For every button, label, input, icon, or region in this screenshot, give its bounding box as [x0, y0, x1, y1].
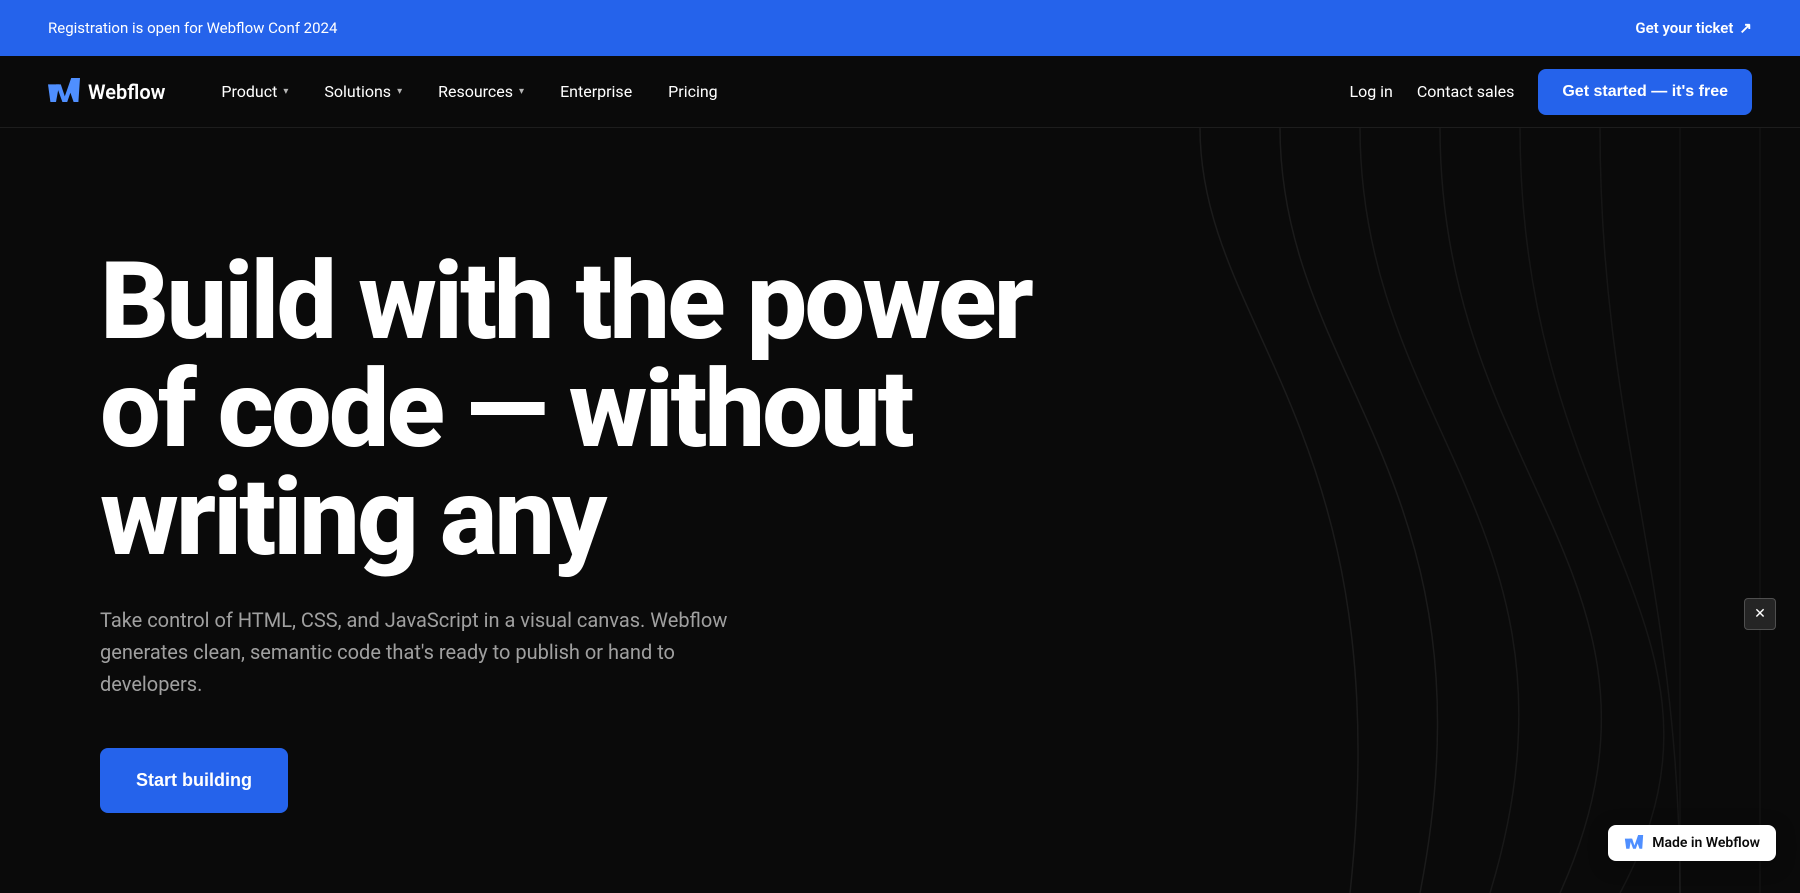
chevron-down-icon: ▾ [283, 86, 288, 97]
contact-sales-link[interactable]: Contact sales [1417, 82, 1514, 101]
made-in-webflow-badge[interactable]: Made in Webflow [1608, 825, 1776, 861]
nav-solutions-label: Solutions [324, 82, 391, 101]
hero-title-line3: writing any [100, 455, 604, 581]
made-in-webflow-label: Made in Webflow [1652, 835, 1760, 851]
start-building-button[interactable]: Start building [100, 748, 288, 813]
external-link-icon: ↗ [1739, 19, 1752, 37]
hero-content: Build with the power of code — without w… [100, 248, 1060, 813]
nav-item-product[interactable]: Product ▾ [205, 74, 304, 109]
hero-section: Build with the power of code — without w… [0, 128, 1800, 893]
close-button[interactable]: ✕ [1744, 598, 1776, 630]
get-started-button[interactable]: Get started — it's free [1538, 69, 1752, 115]
chevron-down-icon: ▾ [519, 86, 524, 97]
nav-product-label: Product [221, 82, 277, 101]
announcement-text: Registration is open for Webflow Conf 20… [48, 19, 337, 37]
nav-pricing-label: Pricing [668, 82, 718, 101]
webflow-logo-icon [48, 78, 80, 106]
announcement-link-text: Get your ticket [1635, 19, 1733, 37]
nav-item-pricing[interactable]: Pricing [652, 74, 734, 109]
logo[interactable]: Webflow [48, 78, 165, 106]
login-link[interactable]: Log in [1349, 82, 1392, 101]
nav-links: Product ▾ Solutions ▾ Resources ▾ Enterp… [205, 74, 1349, 109]
nav-item-solutions[interactable]: Solutions ▾ [308, 74, 418, 109]
nav-item-enterprise[interactable]: Enterprise [544, 74, 648, 109]
hero-background-decoration [1000, 128, 1800, 893]
navbar: Webflow Product ▾ Solutions ▾ Resources … [0, 56, 1800, 128]
nav-right: Log in Contact sales Get started — it's … [1349, 69, 1752, 115]
close-icon: ✕ [1754, 606, 1766, 622]
logo-text: Webflow [88, 80, 165, 104]
hero-title: Build with the power of code — without w… [100, 248, 1060, 572]
webflow-badge-logo [1624, 835, 1644, 851]
hero-subtitle: Take control of HTML, CSS, and JavaScrip… [100, 604, 780, 700]
chevron-down-icon: ▾ [397, 86, 402, 97]
nav-enterprise-label: Enterprise [560, 82, 632, 101]
announcement-link[interactable]: Get your ticket ↗ [1635, 19, 1752, 37]
nav-resources-label: Resources [438, 82, 513, 101]
announcement-bar: Registration is open for Webflow Conf 20… [0, 0, 1800, 56]
nav-item-resources[interactable]: Resources ▾ [422, 74, 540, 109]
